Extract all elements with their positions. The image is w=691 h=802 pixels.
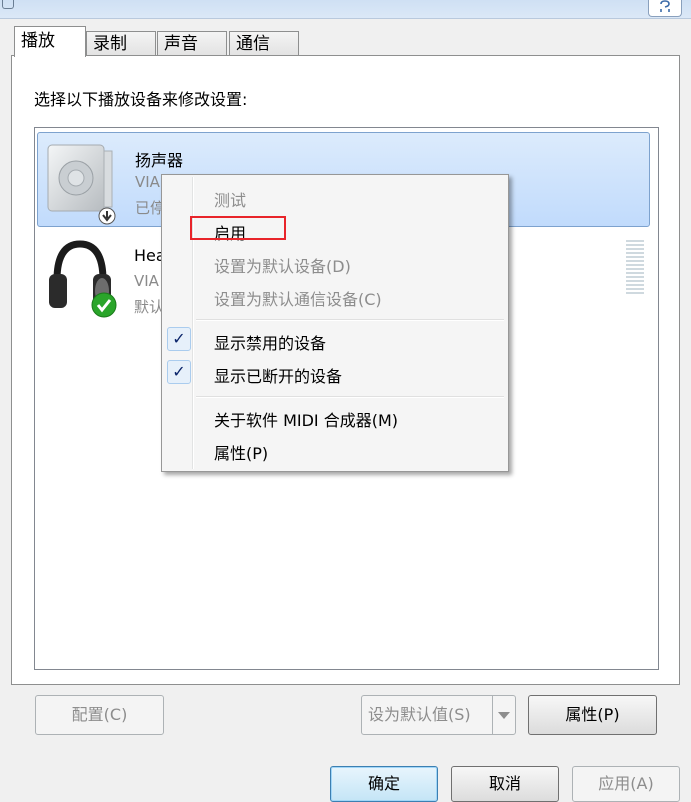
tab-sounds[interactable]: 声音: [157, 31, 227, 56]
tab-communications[interactable]: 通信: [229, 31, 299, 56]
tab-strip: 播放 录制 声音 通信: [0, 26, 691, 57]
menu-item-set-default-comm-device[interactable]: 设置为默认通信设备(C): [214, 286, 382, 310]
device-name: 扬声器: [135, 151, 184, 170]
configure-button[interactable]: 配置(C): [35, 695, 164, 735]
instruction-text: 选择以下播放设备来修改设置:: [34, 90, 248, 109]
tab-label: 播放: [21, 31, 55, 51]
menu-item-properties[interactable]: 属性(P): [214, 440, 268, 464]
help-icon: [660, 0, 670, 12]
tab-label: 通信: [236, 34, 270, 54]
check-icon: ✓: [167, 360, 191, 384]
apply-button[interactable]: 应用(A): [572, 766, 680, 802]
tab-label: 录制: [93, 34, 127, 54]
ok-button[interactable]: 确定: [330, 766, 438, 802]
sound-app-icon: [2, 0, 14, 9]
menu-separator: [196, 396, 504, 398]
tab-playback[interactable]: 播放: [14, 26, 86, 57]
tab-label: 声音: [164, 34, 198, 54]
properties-button[interactable]: 属性(P): [528, 695, 657, 735]
menu-separator: [196, 319, 504, 321]
menu-item-test[interactable]: 测试: [214, 187, 246, 211]
volume-meter: [626, 240, 644, 296]
menu-item-show-disconnected[interactable]: 显示已断开的设备: [214, 363, 342, 387]
menu-item-set-default-device[interactable]: 设置为默认设备(D): [214, 253, 351, 277]
device-status: 默认: [134, 298, 165, 316]
tab-recording[interactable]: 录制: [86, 31, 156, 56]
default-check-icon: [91, 292, 117, 318]
highlight-box: [190, 216, 286, 240]
disabled-arrow-icon: [98, 207, 116, 225]
menu-item-about-midi[interactable]: 关于软件 MIDI 合成器(M): [214, 407, 398, 431]
dropdown-arrow-icon[interactable]: [492, 696, 515, 734]
help-button[interactable]: [648, 0, 682, 17]
title-bar: [0, 0, 691, 19]
device-description: VIA: [134, 272, 159, 290]
cancel-button[interactable]: 取消: [451, 766, 559, 802]
context-menu: 测试 启用 设置为默认设备(D) 设置为默认通信设备(C) ✓ 显示禁用的设备 …: [161, 174, 509, 472]
check-icon: ✓: [167, 327, 191, 351]
set-default-split-button[interactable]: 设为默认值(S): [361, 695, 516, 735]
menu-item-show-disabled[interactable]: 显示禁用的设备: [214, 330, 326, 354]
set-default-label: 设为默认值(S): [368, 705, 471, 724]
